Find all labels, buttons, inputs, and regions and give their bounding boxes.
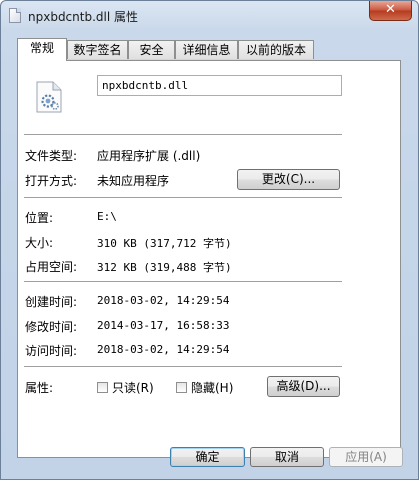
location-label: 位置:	[25, 211, 54, 225]
properties-window: npxbdcntb.dll 属性 ✕ 常规 数字签名 安全 详细信息 以前的版本…	[0, 0, 419, 480]
hidden-label[interactable]: 隐藏(H)	[191, 379, 233, 396]
tab-general[interactable]: 常规	[17, 38, 67, 61]
dll-file-icon	[36, 81, 62, 113]
readonly-label[interactable]: 只读(R)	[112, 379, 154, 396]
advanced-button[interactable]: 高级(D)...	[267, 376, 340, 397]
created-value: 2018-03-02, 14:29:54	[97, 294, 230, 307]
created-label: 创建时间:	[25, 295, 78, 309]
separator	[24, 366, 342, 367]
dialog-client: 常规 数字签名 安全 详细信息 以前的版本 npxbdcntb.dll 文件类型…	[8, 32, 411, 473]
separator	[24, 281, 342, 282]
cancel-button[interactable]: 取消	[250, 447, 324, 467]
accessed-value: 2018-03-02, 14:29:54	[97, 343, 230, 356]
modified-value: 2014-03-17, 16:58:33	[97, 319, 230, 332]
tab-details[interactable]: 详细信息	[175, 40, 238, 59]
tab-digital-signature[interactable]: 数字签名	[67, 40, 128, 59]
hidden-checkbox[interactable]	[176, 382, 187, 393]
general-panel: npxbdcntb.dll 文件类型: 应用程序扩展 (.dll) 打开方式: …	[17, 60, 401, 458]
size-label: 大小:	[25, 236, 54, 250]
separator	[24, 134, 342, 135]
apply-button[interactable]: 应用(A)	[329, 447, 403, 467]
accessed-label: 访问时间:	[25, 344, 78, 358]
change-button[interactable]: 更改(C)...	[237, 169, 340, 190]
title-bar[interactable]: npxbdcntb.dll 属性 ✕	[1, 1, 418, 31]
size-on-disk-value: 312 KB (319,488 字节)	[97, 261, 232, 274]
tab-security[interactable]: 安全	[128, 40, 175, 59]
modified-label: 修改时间:	[25, 320, 78, 334]
ok-button[interactable]: 确定	[170, 447, 245, 467]
file-type-label: 文件类型:	[25, 149, 78, 163]
file-icon	[9, 8, 21, 23]
separator	[24, 197, 342, 198]
readonly-checkbox[interactable]	[97, 382, 108, 393]
location-value: E:\	[97, 210, 117, 223]
opens-with-value: 未知应用程序	[97, 174, 170, 188]
close-button[interactable]: ✕	[369, 1, 412, 21]
file-type-value: 应用程序扩展 (.dll)	[97, 149, 201, 163]
file-name-field[interactable]: npxbdcntb.dll	[97, 75, 342, 96]
opens-with-label: 打开方式:	[25, 174, 78, 188]
window-title: npxbdcntb.dll 属性	[28, 10, 138, 24]
size-on-disk-label: 占用空间:	[25, 260, 78, 274]
size-value: 310 KB (317,712 字节)	[97, 237, 232, 250]
tab-previous-versions[interactable]: 以前的版本	[238, 40, 314, 59]
attributes-label: 属性:	[25, 381, 54, 395]
